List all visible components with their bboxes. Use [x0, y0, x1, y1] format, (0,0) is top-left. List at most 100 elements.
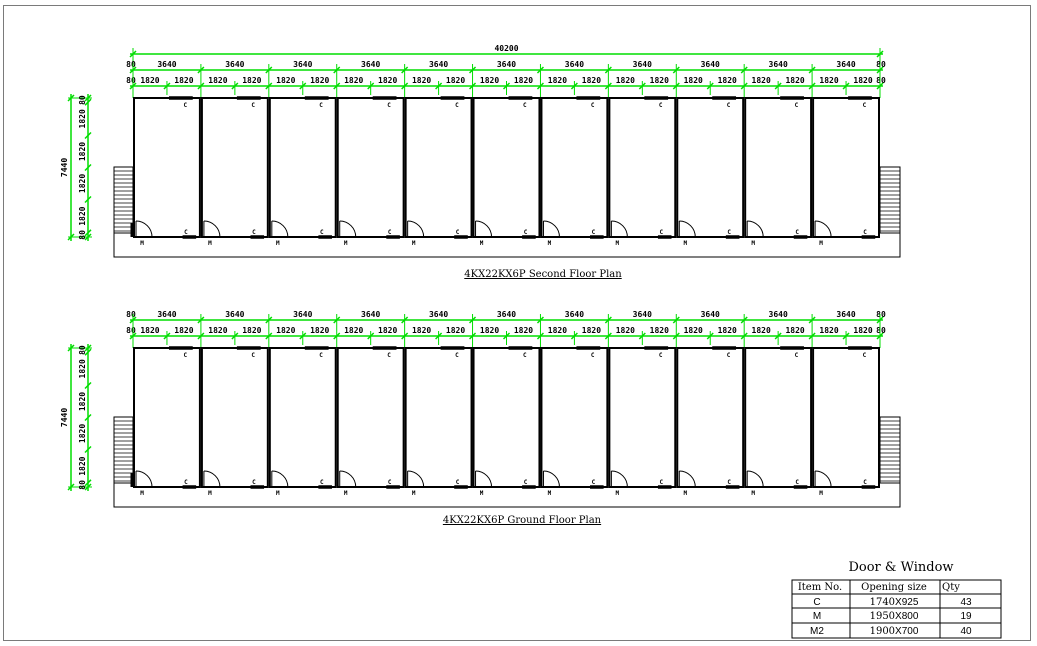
half-dimension-label: 1820: [310, 326, 329, 335]
module-dimension-label: 3640: [293, 60, 312, 69]
half-dimension-label: 1820: [378, 326, 397, 335]
room-module: [608, 347, 677, 488]
window-label: C: [660, 229, 664, 236]
room-module: [404, 347, 473, 488]
room-module: [200, 347, 269, 488]
row-item: C: [813, 597, 820, 608]
room-module: [472, 97, 541, 238]
room-module: [404, 97, 473, 238]
half-dimension-label: 1820: [752, 76, 771, 85]
half-dimension-label: 1820: [446, 326, 465, 335]
half-dimension-label: 1820: [548, 326, 567, 335]
door-label: M: [616, 490, 620, 497]
door-window-schedule: Door & Window Item No. Opening size Qty …: [791, 560, 1002, 639]
half-dimension-label: 1820: [174, 76, 193, 85]
module-dimension-label: 3640: [769, 60, 788, 69]
window-label: C: [795, 102, 799, 109]
row-size: 1900X700: [870, 626, 919, 637]
window-label: C: [388, 229, 392, 236]
half-dimension-label: 1820: [344, 76, 363, 85]
window-label: C: [863, 479, 867, 486]
window-label: C: [795, 479, 799, 486]
module-dimension-label: 3640: [225, 60, 244, 69]
window-label: C: [319, 352, 323, 359]
window-label: C: [592, 479, 596, 486]
room-module: [268, 97, 337, 238]
row-qty: 40: [960, 626, 972, 637]
window-label: C: [727, 229, 731, 236]
door-swing-arc: [271, 220, 289, 238]
room-module: [812, 97, 880, 238]
half-dimension-label: 1820: [344, 326, 363, 335]
door-label: M: [140, 490, 144, 497]
side-segment-label: 1820: [78, 174, 87, 193]
door-label: M: [751, 240, 755, 247]
window-label: C: [455, 102, 459, 109]
overall-dimension-label: 40200: [494, 44, 518, 53]
window-label: C: [320, 229, 324, 236]
window-label: C: [455, 352, 459, 359]
room-module: [540, 347, 609, 488]
door-label: M: [140, 240, 144, 247]
door-swing-arc: [135, 470, 153, 488]
room-module: [472, 347, 541, 488]
schedule-title: Door & Window: [848, 560, 953, 575]
door-swing-arc: [543, 470, 560, 488]
side-total-label: 7440: [60, 158, 69, 177]
half-dimension-label: 1820: [718, 326, 737, 335]
module-dimension-label: 3640: [157, 60, 176, 69]
module-dimension-label: 3640: [565, 310, 584, 319]
half-dimension-label: 1820: [140, 76, 159, 85]
door-swing-arc: [475, 220, 493, 238]
room-module: [608, 97, 677, 238]
window-label: C: [659, 352, 663, 359]
half-dimension-label: 1820: [276, 326, 295, 335]
door-swing-arc: [271, 470, 289, 488]
row-size: 1740X925: [870, 597, 919, 608]
module-dimension-label: 3640: [565, 60, 584, 69]
side-segment-label: 80: [78, 345, 87, 355]
half-dimension-label: 1820: [378, 76, 397, 85]
half-dimension-label: 1820: [785, 326, 804, 335]
room-module: [744, 347, 813, 488]
half-dimension-label: 1820: [616, 76, 635, 85]
half-dimension-label: 1820: [208, 326, 227, 335]
window-label: C: [863, 102, 867, 109]
side-segment-label: 1820: [78, 392, 87, 411]
window-label: C: [456, 479, 460, 486]
module-dimension-label: 3640: [361, 310, 380, 319]
door-label: M: [480, 240, 484, 247]
window-label: C: [795, 352, 799, 359]
door-swing-arc: [611, 470, 628, 488]
door-label: M: [276, 490, 280, 497]
door-label: M: [683, 240, 687, 247]
window-label: C: [183, 352, 187, 359]
window-label: C: [251, 102, 255, 109]
half-dimension-label: 1820: [242, 326, 261, 335]
half-dimension-label: 1820: [310, 76, 329, 85]
floor-plan-drawing: 40200 80 80 80 80 3640 1820 1820 3640 1820 1820 364…: [60, 44, 1002, 639]
half-dimension-label: 1820: [684, 326, 703, 335]
half-dimension-label: 1820: [480, 326, 499, 335]
window-label: C: [523, 102, 527, 109]
window-label: C: [456, 229, 460, 236]
half-dimension-label: 1820: [853, 326, 872, 335]
door-swing-arc: [135, 220, 153, 238]
door-swing-arc: [543, 220, 560, 238]
row-qty: 19: [960, 611, 972, 622]
door-swing-arc: [203, 220, 221, 238]
end-dimension-label: 80: [876, 76, 886, 85]
side-segment-label: 80: [78, 480, 87, 490]
door-swing-arc: [815, 470, 832, 488]
half-dimension-label: 1820: [752, 326, 771, 335]
module-dimension-label: 3640: [429, 310, 448, 319]
window-label: C: [727, 479, 731, 486]
side-segment-label: 1820: [78, 109, 87, 128]
module-dimension-label: 3640: [293, 310, 312, 319]
side-segment-label: 1820: [78, 206, 87, 225]
window-label: C: [319, 102, 323, 109]
side-segment-label: 1820: [78, 456, 87, 475]
module-dimension-label: 3640: [225, 310, 244, 319]
module-dimension-label: 3640: [769, 310, 788, 319]
half-dimension-label: 1820: [548, 76, 567, 85]
